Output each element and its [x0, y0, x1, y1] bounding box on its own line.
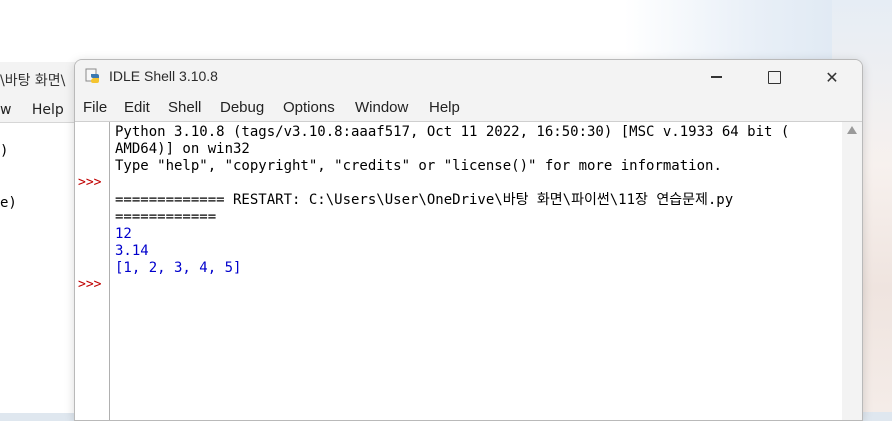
shell-output-area[interactable]: >>> >>> Python 3.10.8 (tags/v3.10.8:aaaf… — [75, 121, 862, 420]
close-button[interactable]: ✕ — [804, 60, 860, 94]
restart-line: ============= RESTART: C:\Users\User\One… — [115, 192, 734, 208]
banner-line: Type "help", "copyright", "credits" or "… — [115, 158, 722, 174]
prompt-marker: >>> — [78, 277, 102, 292]
python-idle-icon — [85, 68, 99, 83]
minimize-button[interactable] — [688, 60, 744, 94]
menu-debug[interactable]: Debug — [220, 99, 264, 116]
background-code-line: ) — [0, 143, 9, 159]
background-menu-window[interactable]: w — [0, 102, 11, 118]
vertical-scrollbar[interactable] — [842, 122, 862, 420]
background-menubar: w Help — [0, 102, 80, 118]
restart-line: ============ — [115, 209, 217, 225]
maximize-icon — [767, 70, 781, 84]
close-icon: ✕ — [825, 67, 839, 87]
prompt-marker: >>> — [78, 175, 102, 190]
menu-window[interactable]: Window — [355, 99, 408, 116]
menu-help[interactable]: Help — [429, 99, 460, 116]
scroll-up-arrow-icon[interactable] — [847, 126, 857, 134]
banner-line: Python 3.10.8 (tags/v3.10.8:aaaf517, Oct… — [115, 124, 790, 140]
idle-shell-window[interactable]: IDLE Shell 3.10.8 ✕ File Edit Shell Debu… — [74, 59, 863, 421]
menu-shell[interactable]: Shell — [168, 99, 201, 116]
output-line: 12 — [115, 226, 132, 242]
prompt-gutter: >>> >>> — [75, 122, 110, 420]
background-code-line: e) — [0, 195, 17, 211]
background-window-title: \바탕 화면\ — [0, 73, 66, 89]
menu-edit[interactable]: Edit — [124, 99, 150, 116]
menubar: File Edit Shell Debug Options Window Hel… — [75, 96, 862, 120]
title-bar[interactable]: IDLE Shell 3.10.8 ✕ — [75, 60, 862, 94]
output-line: 3.14 — [115, 243, 149, 259]
background-menu-help[interactable]: Help — [32, 102, 64, 118]
minimize-icon — [710, 76, 722, 78]
window-title: IDLE Shell 3.10.8 — [109, 68, 218, 84]
maximize-button[interactable] — [746, 60, 802, 94]
menu-options[interactable]: Options — [283, 99, 335, 116]
output-line: [1, 2, 3, 4, 5] — [115, 260, 242, 276]
menu-file[interactable]: File — [83, 99, 107, 116]
banner-line: AMD64)] on win32 — [115, 141, 250, 157]
